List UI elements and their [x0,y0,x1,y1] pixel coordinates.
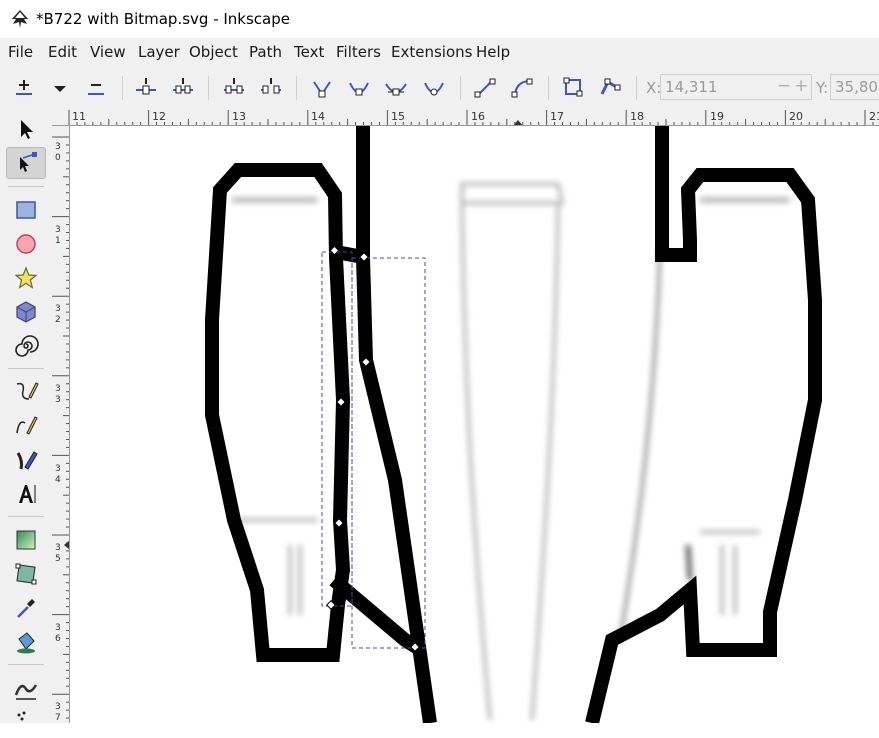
x-coordinate-value: 14,311 [665,78,718,96]
ruler-label: 15 [391,110,405,123]
ruler-label: 2 [55,315,61,325]
gradient-tool-icon[interactable] [6,524,46,556]
insert-node-icon[interactable] [10,74,38,102]
3d-box-tool-icon[interactable] [6,296,46,328]
ruler-label: 12 [152,110,166,123]
ruler-label: 3 [55,384,61,394]
vertical-ruler[interactable]: 3 0 3 1 3 2 3 3 3 4 3 5 3 6 3 7 [52,126,70,723]
segment-curve-icon[interactable] [508,74,536,102]
x-decrement-button[interactable]: − [777,78,791,95]
node-symmetric-icon[interactable] [382,74,410,102]
horizontal-ruler-ticks [68,110,874,125]
object-to-path-icon[interactable] [560,74,588,102]
menu-layer[interactable]: Layer [138,43,180,61]
menu-extensions[interactable]: Extensions [391,43,472,61]
paint-bucket-tool-icon[interactable] [6,626,46,658]
ruler-label: 1 [55,236,61,246]
menu-path[interactable]: Path [249,43,282,61]
menu-bar: File Edit View Layer Object Path Text Fi… [0,38,879,66]
y-label: Y: [816,79,829,97]
ruler-label: 3 [55,304,61,314]
ruler-label: 20 [789,110,803,123]
y-coordinate-value: 35,80 [835,78,878,96]
ruler-label: 4 [55,475,61,485]
ruler-label: 13 [232,110,246,123]
ruler-label: 0 [55,153,61,163]
tweak-tool-icon[interactable] [6,672,46,704]
menu-view[interactable]: View [90,43,126,61]
menu-object[interactable]: Object [189,43,238,61]
title-bar: *B722 with Bitmap.svg - Inkscape [0,0,879,38]
spray-tool-icon[interactable] [6,706,46,738]
ruler-label: 21 [869,110,879,123]
ruler-label: 5 [55,554,61,564]
x-increment-button[interactable]: + [794,78,808,95]
menu-file[interactable]: File [8,43,33,61]
delete-segment-icon[interactable] [257,74,285,102]
join-nodes-icon[interactable] [132,74,160,102]
mesh-tool-icon[interactable] [6,558,46,590]
bezier-pen-tool-icon[interactable] [6,410,46,442]
ruler-label: 3 [55,225,61,235]
menu-text[interactable]: Text [294,43,324,61]
join-segment-icon[interactable] [220,74,248,102]
rectangle-tool-icon[interactable] [6,194,46,226]
toolbox [0,110,52,723]
calligraphy-tool-icon[interactable] [6,444,46,476]
ruler-label: 11 [72,110,86,123]
spiral-tool-icon[interactable] [6,330,46,362]
pencil-tool-icon[interactable] [6,376,46,408]
window-title: *B722 with Bitmap.svg - Inkscape [36,10,290,28]
ruler-label: 6 [55,634,61,644]
ruler-label: 7 [55,713,61,723]
text-tool-icon[interactable] [6,478,46,510]
ruler-label: 3 [55,395,61,405]
ruler-label: 3 [55,543,61,553]
delete-node-icon[interactable] [82,74,110,102]
horizontal-ruler[interactable]: 11 12 13 14 15 16 17 18 19 20 21 [52,110,879,126]
selector-tool-icon[interactable] [6,113,46,145]
drawing-canvas[interactable] [70,126,879,723]
dropper-tool-icon[interactable] [6,592,46,624]
ellipse-tool-icon[interactable] [6,228,46,260]
inkscape-logo-icon [12,10,28,28]
ruler-label: 18 [630,110,644,123]
node-tool-icon[interactable] [6,147,46,179]
node-cusp-icon[interactable] [308,74,336,102]
y-coordinate-field[interactable]: 35,80 [830,74,879,100]
ruler-label: 3 [55,464,61,474]
menu-edit[interactable]: Edit [48,43,77,61]
segment-line-icon[interactable] [471,74,499,102]
bitmap-image [232,182,790,721]
ruler-label: 17 [550,110,564,123]
ruler-label: 14 [311,110,325,123]
tool-controls-bar: X: 14,311 − + Y: 35,80 [0,66,879,110]
ruler-label: 3 [55,142,61,152]
ruler-label: 19 [710,110,724,123]
ruler-label: 16 [471,110,485,123]
ruler-label: 3 [55,623,61,633]
star-tool-icon[interactable] [6,262,46,294]
ruler-label: 3 [55,702,61,712]
menu-help[interactable]: Help [476,43,510,61]
stroke-to-path-icon[interactable] [596,74,624,102]
node-auto-icon[interactable] [420,74,448,102]
insert-node-menu-icon[interactable] [46,74,74,102]
node-smooth-icon[interactable] [345,74,373,102]
menu-filters[interactable]: Filters [336,43,381,61]
vector-outlines [205,126,822,723]
canvas-drawing [205,126,822,723]
break-path-icon[interactable] [169,74,197,102]
